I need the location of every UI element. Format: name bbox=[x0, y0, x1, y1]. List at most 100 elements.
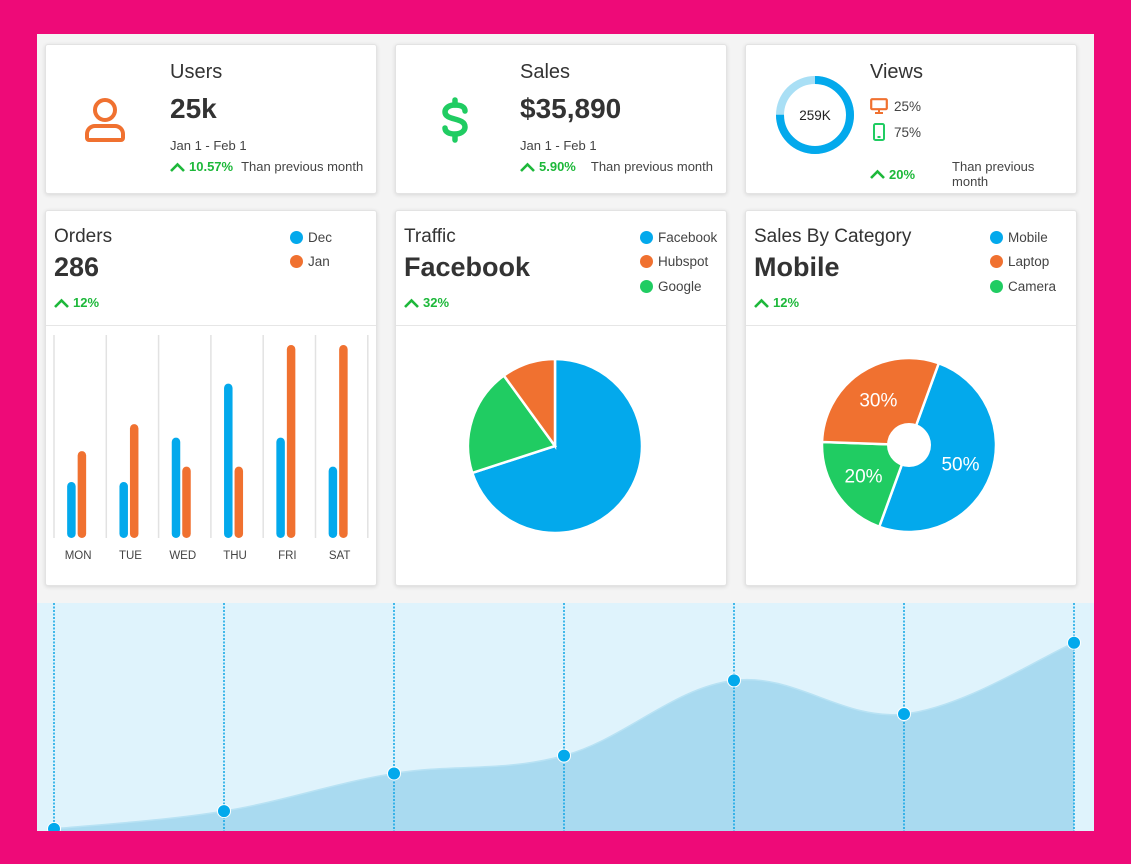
bar-dec-thu[interactable] bbox=[224, 383, 233, 538]
dollar-icon bbox=[430, 95, 480, 145]
pie-label-mobile: 50% bbox=[941, 455, 979, 476]
sales-card[interactable]: Sales $35,890 Jan 1 - Feb 1 5.90% Than p… bbox=[395, 44, 727, 194]
traffic-card[interactable]: Traffic Facebook 32% Facebook Hubspot Go… bbox=[395, 210, 727, 586]
legend-item-dec[interactable]: Dec bbox=[290, 225, 332, 250]
legend-dot bbox=[640, 255, 653, 269]
legend-dot bbox=[990, 230, 1003, 244]
area-point[interactable] bbox=[217, 804, 231, 819]
views-donut-label: 259K bbox=[799, 108, 831, 123]
traffic-pie-chart bbox=[466, 357, 644, 535]
views-mobile-value: 75% bbox=[894, 124, 922, 140]
legend-item-google[interactable]: Google bbox=[640, 274, 717, 299]
legend-label: Facebook bbox=[658, 229, 718, 245]
category-legend: Mobile Laptop Camera bbox=[990, 225, 1056, 299]
legend-item-hubspot[interactable]: Hubspot bbox=[640, 250, 717, 275]
pie-label-laptop: 30% bbox=[859, 391, 897, 412]
legend-dot bbox=[990, 279, 1003, 293]
legend-dot bbox=[290, 255, 303, 269]
legend-label: Camera bbox=[1008, 278, 1057, 294]
bar-jan-tue[interactable] bbox=[129, 424, 139, 538]
bar-dec-mon[interactable] bbox=[67, 482, 76, 538]
bar-dec-wed[interactable] bbox=[171, 437, 181, 538]
users-trend-value: 10.57% bbox=[189, 159, 234, 174]
views-trend-value: 20% bbox=[889, 166, 916, 182]
legend-dot bbox=[640, 279, 653, 293]
bar-jan-sat[interactable] bbox=[339, 345, 348, 538]
area-point[interactable] bbox=[727, 673, 741, 688]
bar-jan-mon[interactable] bbox=[77, 451, 87, 538]
area-point[interactable] bbox=[387, 766, 401, 781]
views-devices: 25% 75% bbox=[870, 93, 921, 145]
traffic-value: Facebook bbox=[404, 252, 531, 282]
legend-item-jan[interactable]: Jan bbox=[290, 250, 332, 275]
traffic-trend-value: 32% bbox=[423, 295, 450, 310]
bar-jan-wed[interactable] bbox=[182, 466, 191, 538]
traffic-trend: 32% bbox=[404, 295, 449, 310]
category-chart-body: 50% 20% 30% bbox=[746, 327, 1076, 585]
orders-header: Orders 286 12% Dec Jan bbox=[46, 211, 376, 326]
chevron-up-icon bbox=[170, 162, 185, 172]
users-card[interactable]: Users 25k Jan 1 - Feb 1 10.57% Than prev… bbox=[45, 44, 377, 194]
area-point[interactable] bbox=[557, 748, 571, 763]
chevron-up-icon bbox=[404, 298, 419, 308]
x-tick-label: WED bbox=[169, 550, 196, 562]
chevron-up-icon bbox=[54, 298, 69, 308]
category-header: Sales By Category Mobile 12% Mobile Lapt… bbox=[746, 211, 1076, 326]
x-tick-label: FRI bbox=[278, 550, 297, 562]
legend-item-laptop[interactable]: Laptop bbox=[990, 250, 1056, 275]
pie-hole bbox=[887, 423, 931, 467]
legend-label: Jan bbox=[308, 254, 330, 270]
pie-label-camera: 20% bbox=[845, 467, 883, 488]
x-tick-label: SAT bbox=[329, 550, 351, 562]
sales-title: Sales bbox=[520, 61, 571, 83]
bar-jan-fri[interactable] bbox=[286, 345, 296, 538]
legend-label: Mobile bbox=[1008, 229, 1048, 245]
views-donut: 259K bbox=[776, 76, 854, 154]
mobile-icon bbox=[873, 123, 885, 141]
orders-title: Orders bbox=[54, 226, 113, 247]
category-trend-value: 12% bbox=[773, 295, 800, 310]
dashboard: Users 25k Jan 1 - Feb 1 10.57% Than prev… bbox=[37, 34, 1094, 831]
legend-label: Google bbox=[658, 278, 702, 294]
legend-dot bbox=[290, 230, 303, 244]
orders-value: 286 bbox=[54, 252, 100, 282]
area-chart-panel bbox=[37, 603, 1094, 831]
area-point[interactable] bbox=[897, 707, 911, 722]
views-desktop-row: 25% bbox=[870, 93, 921, 119]
legend-item-camera[interactable]: Camera bbox=[990, 274, 1056, 299]
users-value: 25k bbox=[170, 93, 217, 124]
orders-chart-body: MON TUE WED THU FRI SAT bbox=[46, 327, 376, 585]
category-card[interactable]: Sales By Category Mobile 12% Mobile Lapt… bbox=[745, 210, 1077, 586]
traffic-legend: Facebook Hubspot Google bbox=[640, 225, 717, 299]
sales-value: $35,890 bbox=[520, 93, 622, 124]
x-tick-label: THU bbox=[223, 550, 247, 562]
views-mobile-row: 75% bbox=[870, 119, 921, 145]
bar-dec-sat[interactable] bbox=[328, 466, 338, 538]
area-point[interactable] bbox=[47, 821, 61, 831]
legend-label: Hubspot bbox=[658, 254, 709, 270]
users-trend: 10.57% Than previous month bbox=[170, 159, 370, 174]
views-trend-note: Than previous month bbox=[952, 159, 1035, 189]
orders-bar-chart: MON TUE WED THU FRI SAT bbox=[53, 335, 369, 562]
desktop-icon bbox=[870, 98, 888, 114]
sales-trend: 5.90% Than previous month bbox=[520, 159, 720, 174]
views-card[interactable]: 259K Views 25% 75% 20% Than previous mon… bbox=[745, 44, 1077, 194]
legend-dot bbox=[640, 230, 653, 244]
orders-legend: Dec Jan bbox=[290, 225, 332, 274]
sales-trend-value: 5.90% bbox=[539, 159, 576, 174]
sales-trend-note: Than previous month bbox=[590, 159, 713, 174]
area-point[interactable] bbox=[1067, 635, 1081, 650]
category-pie-chart: 50% 20% 30% bbox=[820, 356, 998, 534]
views-desktop-value: 25% bbox=[894, 98, 922, 114]
category-title: Sales By Category bbox=[754, 226, 912, 247]
x-tick-label: TUE bbox=[119, 550, 142, 562]
bar-dec-tue[interactable] bbox=[119, 482, 128, 538]
bar-jan-thu[interactable] bbox=[234, 466, 244, 538]
legend-item-mobile[interactable]: Mobile bbox=[990, 225, 1056, 250]
orders-trend: 12% bbox=[54, 295, 99, 310]
bar-dec-fri[interactable] bbox=[276, 437, 285, 538]
users-title: Users bbox=[170, 61, 223, 83]
users-date-range: Jan 1 - Feb 1 bbox=[170, 138, 247, 153]
legend-item-facebook[interactable]: Facebook bbox=[640, 225, 717, 250]
orders-card[interactable]: Orders 286 12% Dec Jan MON TUE WED THU FRI SA… bbox=[45, 210, 377, 586]
